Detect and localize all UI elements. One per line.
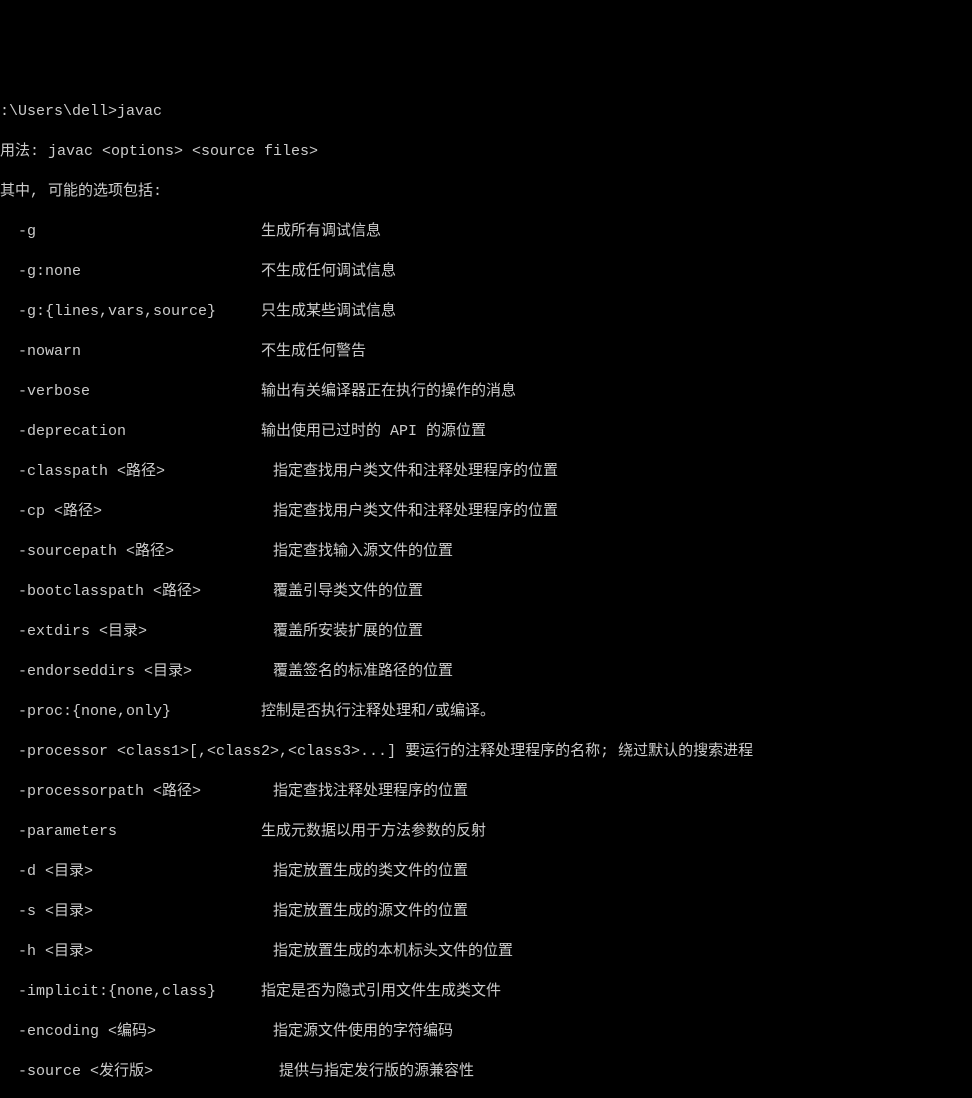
option-line: -nowarn 不生成任何警告: [0, 342, 972, 362]
option-line: -processor <class1>[,<class2>,<class3>..…: [0, 742, 972, 762]
option-line: -g:none 不生成任何调试信息: [0, 262, 972, 282]
option-line: -d <目录> 指定放置生成的类文件的位置: [0, 862, 972, 882]
option-line: -extdirs <目录> 覆盖所安装扩展的位置: [0, 622, 972, 642]
option-line: -parameters 生成元数据以用于方法参数的反射: [0, 822, 972, 842]
terminal-output: :\Users\dell>javac 用法: javac <options> <…: [0, 80, 972, 1098]
option-line: -implicit:{none,class} 指定是否为隐式引用文件生成类文件: [0, 982, 972, 1002]
option-line: -verbose 输出有关编译器正在执行的操作的消息: [0, 382, 972, 402]
option-line: -source <发行版> 提供与指定发行版的源兼容性: [0, 1062, 972, 1082]
option-line: -encoding <编码> 指定源文件使用的字符编码: [0, 1022, 972, 1042]
option-line: -bootclasspath <路径> 覆盖引导类文件的位置: [0, 582, 972, 602]
option-line: -cp <路径> 指定查找用户类文件和注释处理程序的位置: [0, 502, 972, 522]
option-line: -h <目录> 指定放置生成的本机标头文件的位置: [0, 942, 972, 962]
option-line: -proc:{none,only} 控制是否执行注释处理和/或编译。: [0, 702, 972, 722]
options-header: 其中, 可能的选项包括:: [0, 182, 972, 202]
option-line: -classpath <路径> 指定查找用户类文件和注释处理程序的位置: [0, 462, 972, 482]
option-line: -g:{lines,vars,source} 只生成某些调试信息: [0, 302, 972, 322]
usage-line: 用法: javac <options> <source files>: [0, 142, 972, 162]
option-line: -s <目录> 指定放置生成的源文件的位置: [0, 902, 972, 922]
command-line: :\Users\dell>javac: [0, 102, 972, 122]
option-line: -sourcepath <路径> 指定查找输入源文件的位置: [0, 542, 972, 562]
option-line: -processorpath <路径> 指定查找注释处理程序的位置: [0, 782, 972, 802]
option-line: -endorseddirs <目录> 覆盖签名的标准路径的位置: [0, 662, 972, 682]
option-line: -deprecation 输出使用已过时的 API 的源位置: [0, 422, 972, 442]
option-line: -g 生成所有调试信息: [0, 222, 972, 242]
